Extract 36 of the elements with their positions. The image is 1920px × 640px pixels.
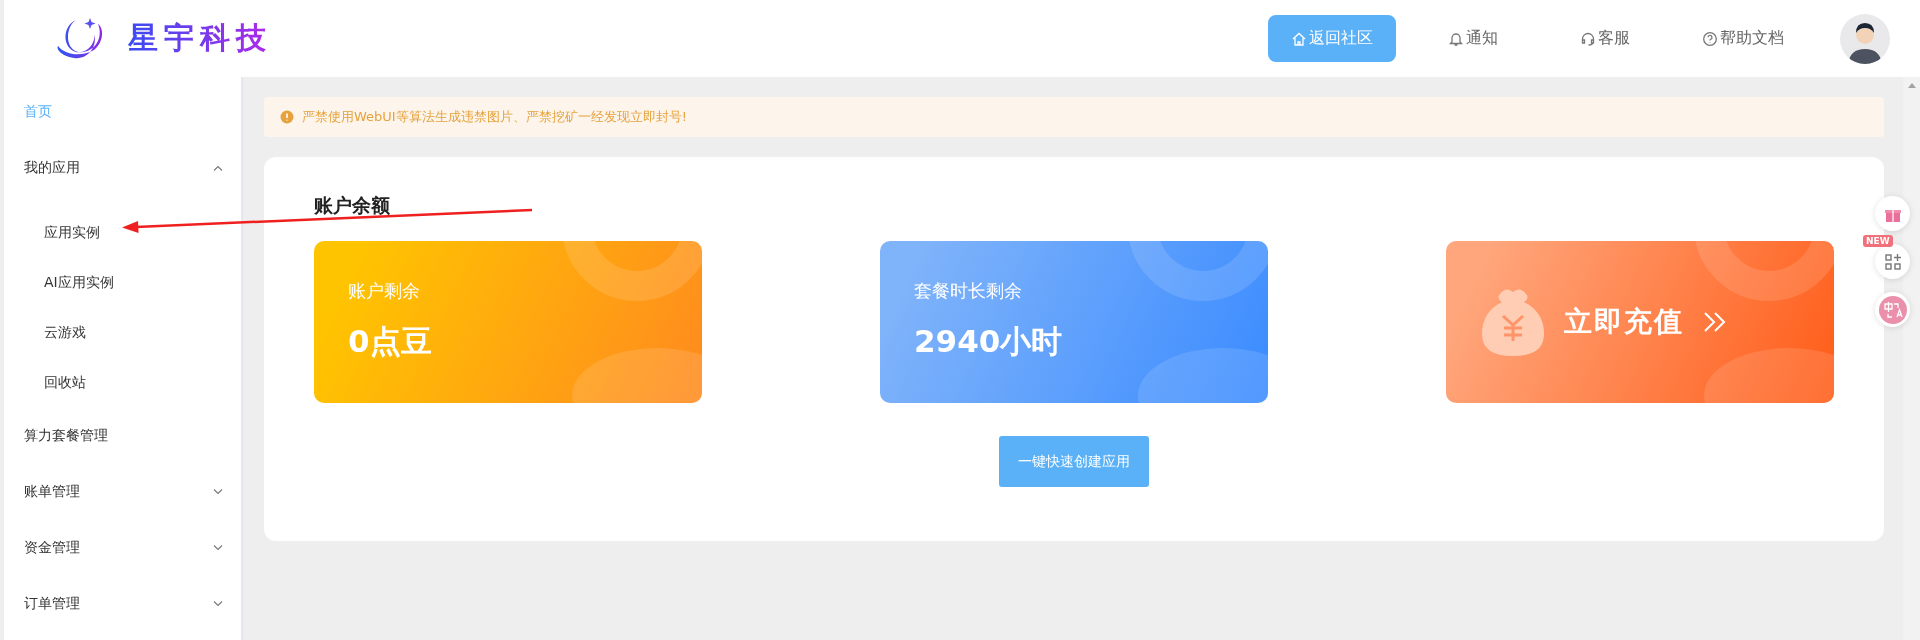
chevron-down-icon	[213, 489, 223, 495]
sidebar-subitem[interactable]: 回收站	[4, 358, 241, 408]
sidebar-item[interactable]: 资金管理	[4, 520, 241, 576]
double-chevron-icon	[1702, 311, 1728, 333]
stat-label: 账户剩余	[348, 279, 421, 303]
user-avatar[interactable]	[1840, 13, 1890, 64]
nav-button[interactable]: 帮助文档	[1682, 15, 1804, 62]
headset-icon	[1580, 30, 1596, 47]
chevron-down-icon	[213, 545, 223, 551]
nav-button[interactable]: 通知	[1418, 15, 1528, 62]
scrollbar[interactable]	[1903, 77, 1920, 640]
chevron-down-icon	[213, 601, 223, 607]
sidebar-item[interactable]: 算力套餐管理	[4, 408, 241, 464]
stat-value: 0点豆	[348, 322, 433, 361]
sidebar-item[interactable]: 账单管理	[4, 464, 241, 520]
notice-text: 严禁使用WebUI等算法生成违禁图片、严禁挖矿一经发现立即封号!	[302, 108, 687, 126]
translate-icon	[1878, 295, 1907, 324]
scroll-up-icon[interactable]	[1907, 83, 1916, 88]
help-icon	[1702, 30, 1718, 47]
sidebar-subitem[interactable]: 应用实例	[4, 208, 241, 258]
sidebar-item[interactable]: 我的应用	[4, 140, 241, 196]
stat-label: 套餐时长剩余	[914, 279, 1023, 303]
nav-button[interactable]: 客服	[1550, 15, 1660, 62]
sidebar-item[interactable]: 订单管理	[4, 576, 241, 632]
sidebar-subitem[interactable]: 云游戏	[4, 308, 241, 358]
home-icon	[1291, 30, 1307, 47]
recharge-label: 立即充值	[1564, 304, 1684, 340]
new-badge: NEW	[1863, 235, 1893, 247]
panel-title: 账户余额	[314, 193, 391, 218]
chevron-up-icon	[213, 165, 223, 171]
money-bag-icon	[1480, 286, 1546, 358]
stat-value: 2940小时	[914, 322, 1064, 361]
bell-icon	[1448, 30, 1464, 47]
warning-icon	[280, 110, 294, 124]
apps-icon	[1883, 252, 1902, 271]
sidebar-subitem[interactable]: AI应用实例	[4, 258, 241, 308]
